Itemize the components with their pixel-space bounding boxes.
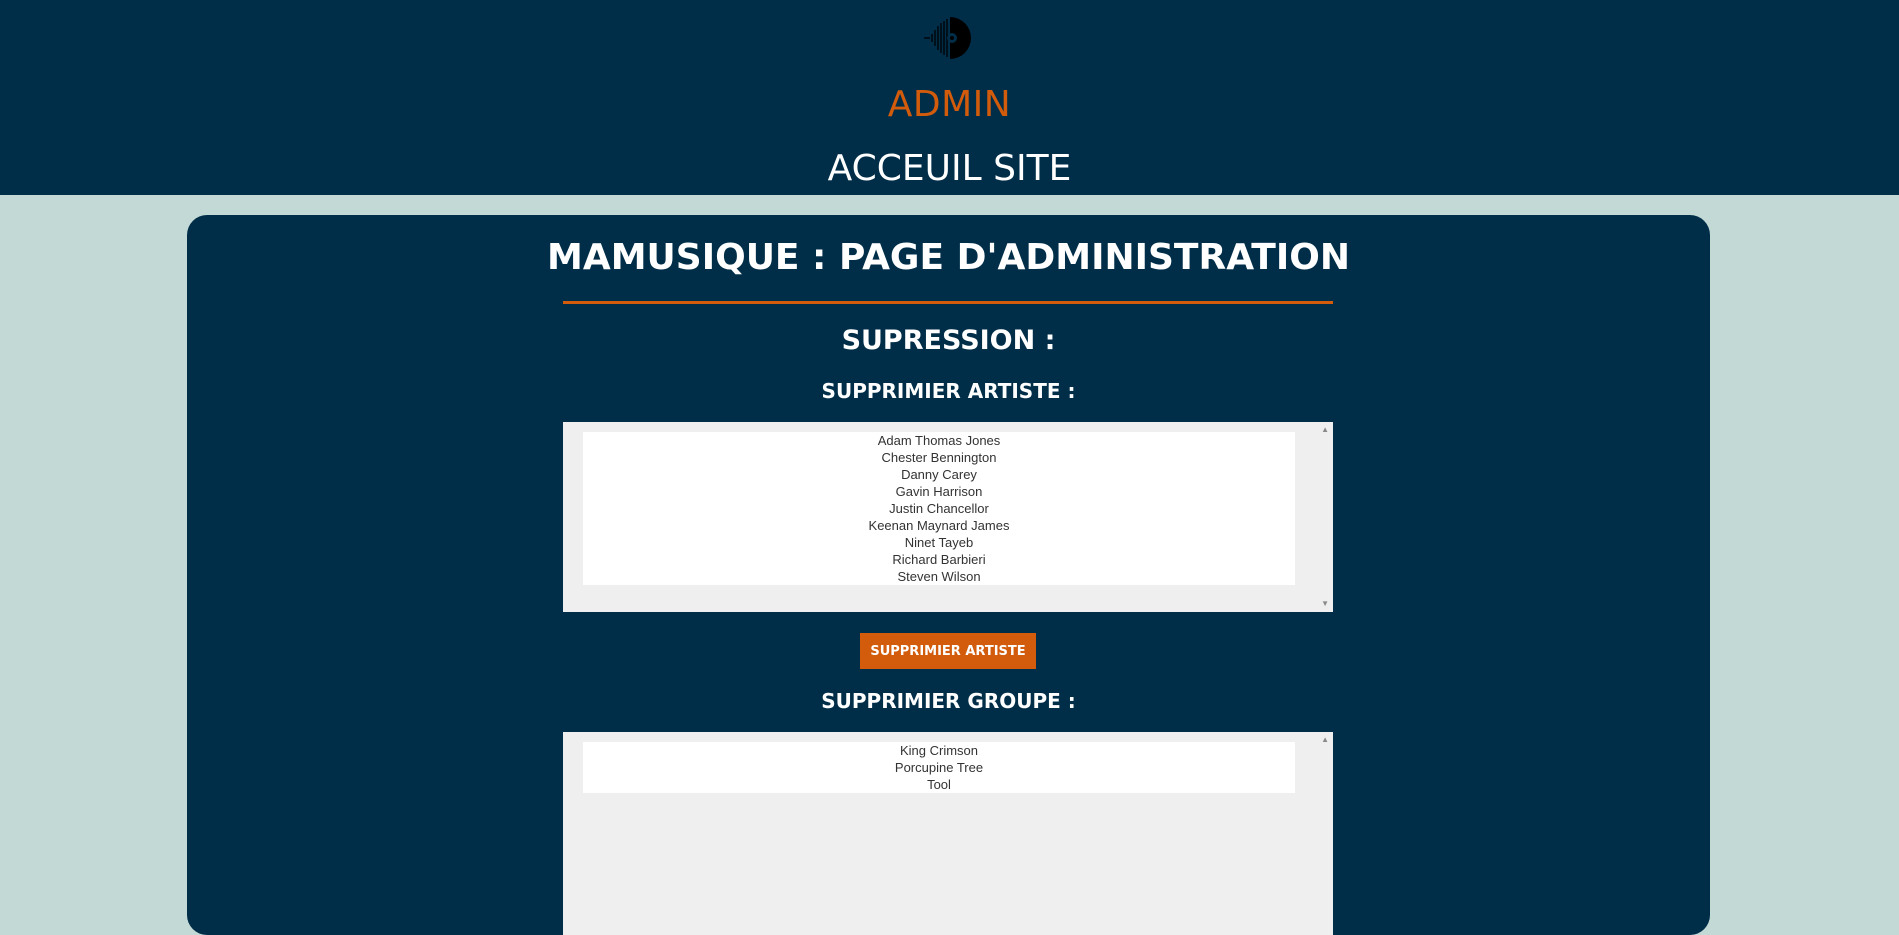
admin-title: ADMIN [887, 84, 1012, 125]
scroll-down-arrow-icon[interactable]: ▼ [1321, 600, 1329, 608]
vinyl-record-icon [924, 17, 971, 59]
list-item[interactable]: Porcupine Tree [583, 759, 1295, 776]
delete-group-title: SUPPRIMIER GROUPE : [821, 689, 1076, 713]
list-item[interactable]: King Crimson [583, 742, 1295, 759]
list-item[interactable]: Justin Chancellor [583, 500, 1295, 517]
list-item[interactable]: Chester Bennington [583, 449, 1295, 466]
list-item[interactable]: Gavin Harrison [583, 483, 1295, 500]
admin-panel: MAMUSIQUE : PAGE D'ADMINISTRATION SUPRES… [187, 215, 1710, 935]
group-select-list[interactable]: King Crimson Porcupine Tree Tool ▲ [563, 732, 1333, 935]
section-title: SUPRESSION : [841, 325, 1056, 356]
scroll-up-arrow-icon[interactable]: ▲ [1321, 736, 1329, 744]
artist-options: Adam Thomas Jones Chester Bennington Dan… [583, 432, 1295, 585]
delete-artist-button[interactable]: SUPPRIMIER ARTISTE [860, 633, 1036, 669]
page-title: MAMUSIQUE : PAGE D'ADMINISTRATION [547, 237, 1350, 278]
artist-select-list[interactable]: Adam Thomas Jones Chester Bennington Dan… [563, 422, 1333, 612]
list-item[interactable]: Ninet Tayeb [583, 534, 1295, 551]
home-link[interactable]: ACCEUIL SITE [0, 148, 1899, 189]
title-divider [563, 301, 1333, 304]
list-item[interactable]: Adam Thomas Jones [583, 432, 1295, 449]
list-item[interactable]: Richard Barbieri [583, 551, 1295, 568]
site-header: ADMIN ACCEUIL SITE [0, 0, 1899, 195]
list-item[interactable]: Tool [583, 776, 1295, 793]
list-item[interactable]: Keenan Maynard James [583, 517, 1295, 534]
group-options: King Crimson Porcupine Tree Tool [583, 742, 1295, 793]
list-item[interactable]: Danny Carey [583, 466, 1295, 483]
scroll-up-arrow-icon[interactable]: ▲ [1321, 426, 1329, 434]
list-item[interactable]: Steven Wilson [583, 568, 1295, 585]
delete-artist-title: SUPPRIMIER ARTISTE : [821, 379, 1076, 403]
